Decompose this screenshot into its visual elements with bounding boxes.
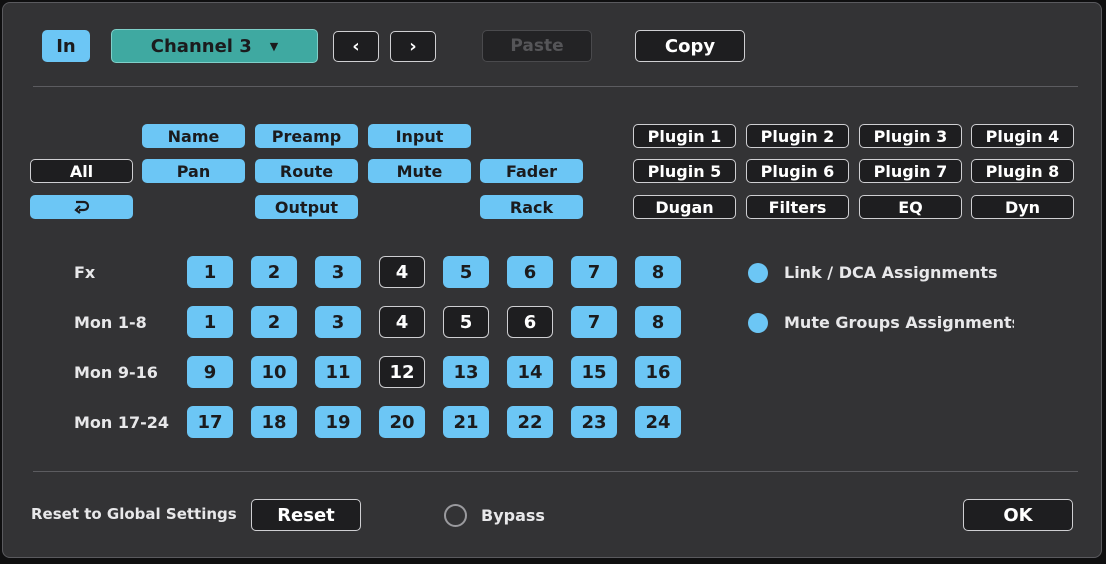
mix-toggle-button[interactable]: 7 — [571, 256, 617, 288]
filter-route-button[interactable]: Route — [255, 159, 358, 183]
mix-toggle-button[interactable]: 18 — [251, 406, 297, 438]
mix-toggle-button[interactable]: 19 — [315, 406, 361, 438]
mix-toggle-button[interactable]: 13 — [443, 356, 489, 388]
mix-toggle-button[interactable]: 6 — [507, 306, 553, 338]
grid-row-label: Mon 9-16 — [74, 363, 158, 382]
mix-toggle-button[interactable]: 2 — [251, 306, 297, 338]
grid-row-label: Mon 1-8 — [74, 313, 147, 332]
mix-toggle-button[interactable]: 24 — [635, 406, 681, 438]
mix-toggle-button[interactable]: 15 — [571, 356, 617, 388]
reset-description: Reset to Global Settings — [31, 505, 237, 523]
bypass-label: Bypass — [481, 506, 545, 525]
filter-fader-button[interactable]: Fader — [480, 159, 583, 183]
filter-pan-button[interactable]: Pan — [142, 159, 245, 183]
mix-toggle-button[interactable]: 12 — [379, 356, 425, 388]
mix-toggle-button[interactable]: 3 — [315, 256, 361, 288]
dugan-button[interactable]: Dugan — [633, 195, 736, 219]
mix-toggle-button[interactable]: 1 — [187, 256, 233, 288]
mix-toggle-button[interactable]: 10 — [251, 356, 297, 388]
link-dca-radio[interactable] — [748, 263, 768, 283]
channel-select-label: Channel 3 — [150, 35, 252, 57]
divider-top — [33, 86, 1078, 87]
mix-toggle-button[interactable]: 14 — [507, 356, 553, 388]
channel-copy-dialog: In Channel 3 ▼ ‹ › Paste Copy Name Pream… — [2, 2, 1102, 558]
filter-name-button[interactable]: Name — [142, 124, 245, 148]
mix-toggle-button[interactable]: 5 — [443, 306, 489, 338]
mute-groups-radio[interactable] — [748, 313, 768, 333]
chevron-down-icon: ▼ — [269, 39, 279, 53]
plugin-6-button[interactable]: Plugin 6 — [746, 159, 849, 183]
filter-preamp-button[interactable]: Preamp — [255, 124, 358, 148]
link-dca-label: Link / DCA Assignments — [784, 263, 998, 282]
next-channel-button[interactable]: › — [390, 31, 436, 62]
filter-rack-button[interactable]: Rack — [480, 195, 583, 219]
plugin-7-button[interactable]: Plugin 7 — [859, 159, 962, 183]
mix-toggle-button[interactable]: 6 — [507, 256, 553, 288]
filter-mute-button[interactable]: Mute — [368, 159, 471, 183]
filters-button[interactable]: Filters — [746, 195, 849, 219]
plugin-5-button[interactable]: Plugin 5 — [633, 159, 736, 183]
recall-button[interactable] — [30, 195, 133, 219]
reset-button[interactable]: Reset — [251, 499, 361, 531]
filter-output-button[interactable]: Output — [255, 195, 358, 219]
filter-input-button[interactable]: Input — [368, 124, 471, 148]
mix-toggle-button[interactable]: 11 — [315, 356, 361, 388]
ok-button[interactable]: OK — [963, 499, 1073, 531]
grid-row-label: Fx — [74, 263, 96, 282]
mix-toggle-button[interactable]: 4 — [379, 306, 425, 338]
mix-toggle-button[interactable]: 23 — [571, 406, 617, 438]
mix-toggle-button[interactable]: 1 — [187, 306, 233, 338]
mix-toggle-button[interactable]: 4 — [379, 256, 425, 288]
copy-button[interactable]: Copy — [635, 30, 745, 62]
divider-bottom — [33, 471, 1078, 472]
plugin-3-button[interactable]: Plugin 3 — [859, 124, 962, 148]
plugin-4-button[interactable]: Plugin 4 — [971, 124, 1074, 148]
grid-row-label: Mon 17-24 — [74, 413, 170, 432]
mix-toggle-button[interactable]: 16 — [635, 356, 681, 388]
mix-toggle-button[interactable]: 9 — [187, 356, 233, 388]
mix-toggle-button[interactable]: 17 — [187, 406, 233, 438]
mix-toggle-button[interactable]: 7 — [571, 306, 617, 338]
mix-toggle-button[interactable]: 22 — [507, 406, 553, 438]
channel-select[interactable]: Channel 3 ▼ — [111, 29, 318, 63]
prev-channel-button[interactable]: ‹ — [333, 31, 379, 62]
paste-button[interactable]: Paste — [482, 30, 592, 62]
mix-toggle-button[interactable]: 2 — [251, 256, 297, 288]
mix-toggle-button[interactable]: 8 — [635, 306, 681, 338]
eq-button[interactable]: EQ — [859, 195, 962, 219]
mix-toggle-button[interactable]: 8 — [635, 256, 681, 288]
mix-toggle-button[interactable]: 21 — [443, 406, 489, 438]
plugin-8-button[interactable]: Plugin 8 — [971, 159, 1074, 183]
mix-toggle-button[interactable]: 20 — [379, 406, 425, 438]
in-button[interactable]: In — [42, 30, 90, 62]
plugin-1-button[interactable]: Plugin 1 — [633, 124, 736, 148]
dyn-button[interactable]: Dyn — [971, 195, 1074, 219]
mix-toggle-button[interactable]: 5 — [443, 256, 489, 288]
filter-all-button[interactable]: All — [30, 159, 133, 183]
mute-groups-label: Mute Groups Assignments — [784, 313, 1014, 332]
bypass-radio[interactable] — [444, 504, 467, 527]
mix-toggle-button[interactable]: 3 — [315, 306, 361, 338]
plugin-2-button[interactable]: Plugin 2 — [746, 124, 849, 148]
undo-arrow-icon — [73, 200, 89, 214]
